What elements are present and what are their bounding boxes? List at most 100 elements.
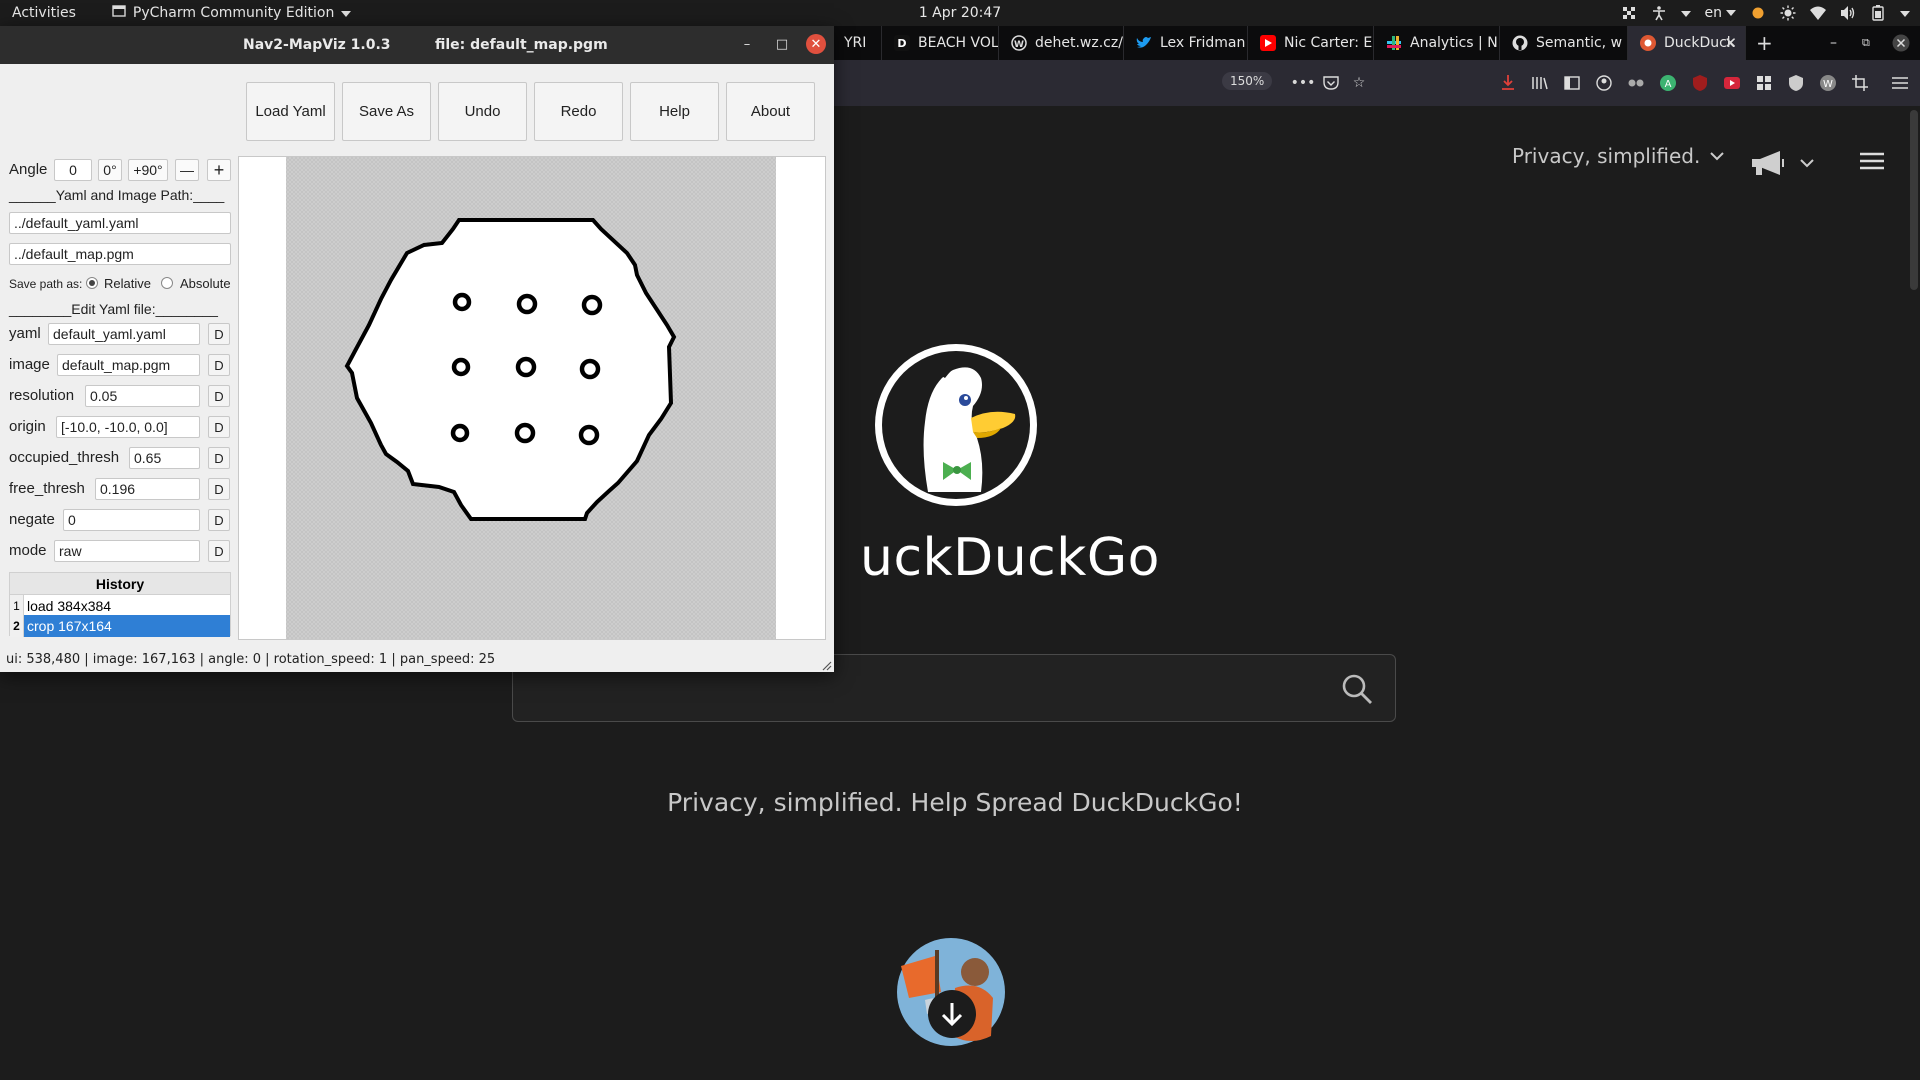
twitter-icon	[1136, 35, 1152, 51]
yaml-field[interactable]	[48, 323, 200, 345]
negate-default-button[interactable]: D	[208, 509, 230, 531]
extension-a-icon[interactable]: A	[1659, 74, 1677, 92]
resolution-field[interactable]	[85, 385, 200, 407]
privacy-menu[interactable]: Privacy, simplified.	[1512, 144, 1725, 168]
help-button[interactable]: Help	[630, 82, 719, 141]
hamburger-menu-icon[interactable]	[1860, 152, 1884, 174]
new-tab-button[interactable]: +	[1756, 26, 1773, 60]
wifi-icon[interactable]	[1810, 5, 1826, 21]
notification-dot-icon[interactable]	[1750, 5, 1766, 21]
chevron-down-icon	[1680, 5, 1691, 21]
yaml-path-field[interactable]	[9, 212, 231, 234]
free-thresh-field-label: free_thresh	[9, 480, 85, 497]
volume-icon[interactable]	[1840, 5, 1856, 21]
about-button[interactable]: About	[726, 82, 815, 141]
free-thresh-field[interactable]	[95, 478, 200, 500]
chevron-down-icon[interactable]	[1900, 5, 1910, 21]
origin-field-label: origin	[9, 418, 46, 435]
minimize-icon[interactable]: –	[1830, 26, 1837, 60]
browser-tab[interactable]: Analytics | N	[1374, 26, 1500, 60]
sidebar-icon[interactable]	[1563, 74, 1581, 92]
yaml-default-button[interactable]: D	[208, 323, 230, 345]
extension-icon[interactable]	[1627, 74, 1645, 92]
bookmark-star-icon[interactable]: ☆	[1350, 74, 1368, 92]
load-yaml-button[interactable]: Load Yaml	[246, 82, 335, 141]
angle-decrease-button[interactable]: —	[175, 159, 199, 181]
undo-button[interactable]: Undo	[438, 82, 527, 141]
shield-icon[interactable]	[1787, 74, 1805, 92]
tab-title: dehet.wz.cz/	[1035, 35, 1123, 51]
absolute-radio[interactable]	[161, 277, 173, 289]
map-canvas-frame	[238, 156, 826, 640]
browser-tab-active[interactable]: DuckDuck ✕	[1628, 26, 1746, 60]
scroll-down-button[interactable]	[928, 990, 976, 1038]
save-as-button[interactable]: Save As	[342, 82, 431, 141]
close-window-icon[interactable]	[1892, 26, 1910, 60]
mapviz-titlebar[interactable]: Nav2-MapViz 1.0.3 file: default_map.pgm …	[0, 26, 834, 64]
library-icon[interactable]	[1531, 74, 1549, 92]
browser-tab[interactable]: YRI	[832, 26, 882, 60]
angle-zero-button[interactable]: 0°	[98, 159, 122, 181]
angle-plus-90-button[interactable]: +90°	[128, 159, 168, 181]
battery-icon[interactable]	[1870, 5, 1886, 21]
close-window-icon[interactable]: ✕	[806, 34, 826, 54]
occupied-thresh-default-button[interactable]: D	[208, 447, 230, 469]
browser-tab[interactable]: Lex Fridman	[1124, 26, 1248, 60]
free-thresh-default-button[interactable]: D	[208, 478, 230, 500]
minimize-icon[interactable]: –	[737, 34, 757, 54]
maximize-icon[interactable]: □	[772, 34, 792, 54]
language-selector[interactable]: en	[1705, 5, 1736, 21]
image-path-field[interactable]	[9, 243, 231, 265]
restore-icon[interactable]: ⧉	[1862, 26, 1870, 60]
page-actions-icon[interactable]: •••	[1291, 74, 1316, 92]
network-manager-icon[interactable]	[1621, 5, 1637, 21]
chevron-down-icon	[341, 5, 352, 21]
ublock-icon[interactable]	[1691, 74, 1709, 92]
account-icon[interactable]	[1595, 74, 1613, 92]
browser-tab[interactable]: Nic Carter: E	[1248, 26, 1374, 60]
angle-input[interactable]: 0	[54, 159, 92, 181]
brightness-icon[interactable]	[1780, 5, 1796, 21]
history-item-selected[interactable]: 2 crop 167x164	[10, 615, 230, 637]
page-scrollbar[interactable]	[1910, 110, 1918, 290]
svg-text:W: W	[1014, 40, 1024, 50]
grid-extension-icon[interactable]	[1755, 74, 1773, 92]
accessibility-icon[interactable]	[1651, 5, 1667, 21]
crop-icon[interactable]	[1851, 74, 1869, 92]
activities-button[interactable]: Activities	[0, 5, 88, 21]
image-field-label: image	[9, 356, 50, 373]
angle-increase-button[interactable]: +	[207, 159, 231, 181]
zoom-level-badge[interactable]: 150%	[1222, 72, 1273, 90]
extension-red-icon[interactable]	[1723, 74, 1741, 92]
resize-grip-icon[interactable]	[822, 658, 832, 676]
hamburger-menu-icon[interactable]	[1891, 74, 1909, 92]
window-title: Nav2-MapViz 1.0.3	[243, 37, 391, 53]
pocket-icon[interactable]	[1322, 74, 1340, 92]
history-item[interactable]: 1 load 384x384	[10, 595, 230, 617]
resolution-field-label: resolution	[9, 387, 75, 404]
resolution-default-button[interactable]: D	[208, 385, 230, 407]
occupied-thresh-field[interactable]	[129, 447, 200, 469]
origin-field[interactable]	[56, 416, 200, 438]
help-spread-link[interactable]: Privacy, simplified. Help Spread DuckDuc…	[500, 788, 1410, 817]
mode-default-button[interactable]: D	[208, 540, 230, 562]
image-default-button[interactable]: D	[208, 354, 230, 376]
image-field[interactable]	[57, 354, 200, 376]
chevron-down-icon	[1800, 158, 1814, 167]
browser-tab[interactable]: Semantic, w	[1500, 26, 1628, 60]
announcement-menu[interactable]	[1750, 150, 1814, 176]
map-canvas[interactable]	[239, 157, 825, 639]
extension-w-icon[interactable]: W	[1819, 74, 1837, 92]
download-icon[interactable]	[1499, 74, 1517, 92]
origin-default-button[interactable]: D	[208, 416, 230, 438]
search-icon[interactable]	[1341, 673, 1373, 709]
browser-tab[interactable]: D BEACH VOL	[882, 26, 999, 60]
browser-tab[interactable]: W dehet.wz.cz/	[999, 26, 1124, 60]
status-bar: ui: 538,480 | image: 167,163 | angle: 0 …	[6, 652, 496, 667]
app-menu[interactable]: PyCharm Community Edition	[112, 4, 352, 22]
mode-field[interactable]	[54, 540, 200, 562]
close-tab-icon[interactable]: ✕	[1724, 34, 1737, 52]
relative-radio[interactable]	[86, 277, 98, 289]
redo-button[interactable]: Redo	[534, 82, 623, 141]
negate-field[interactable]	[63, 509, 200, 531]
